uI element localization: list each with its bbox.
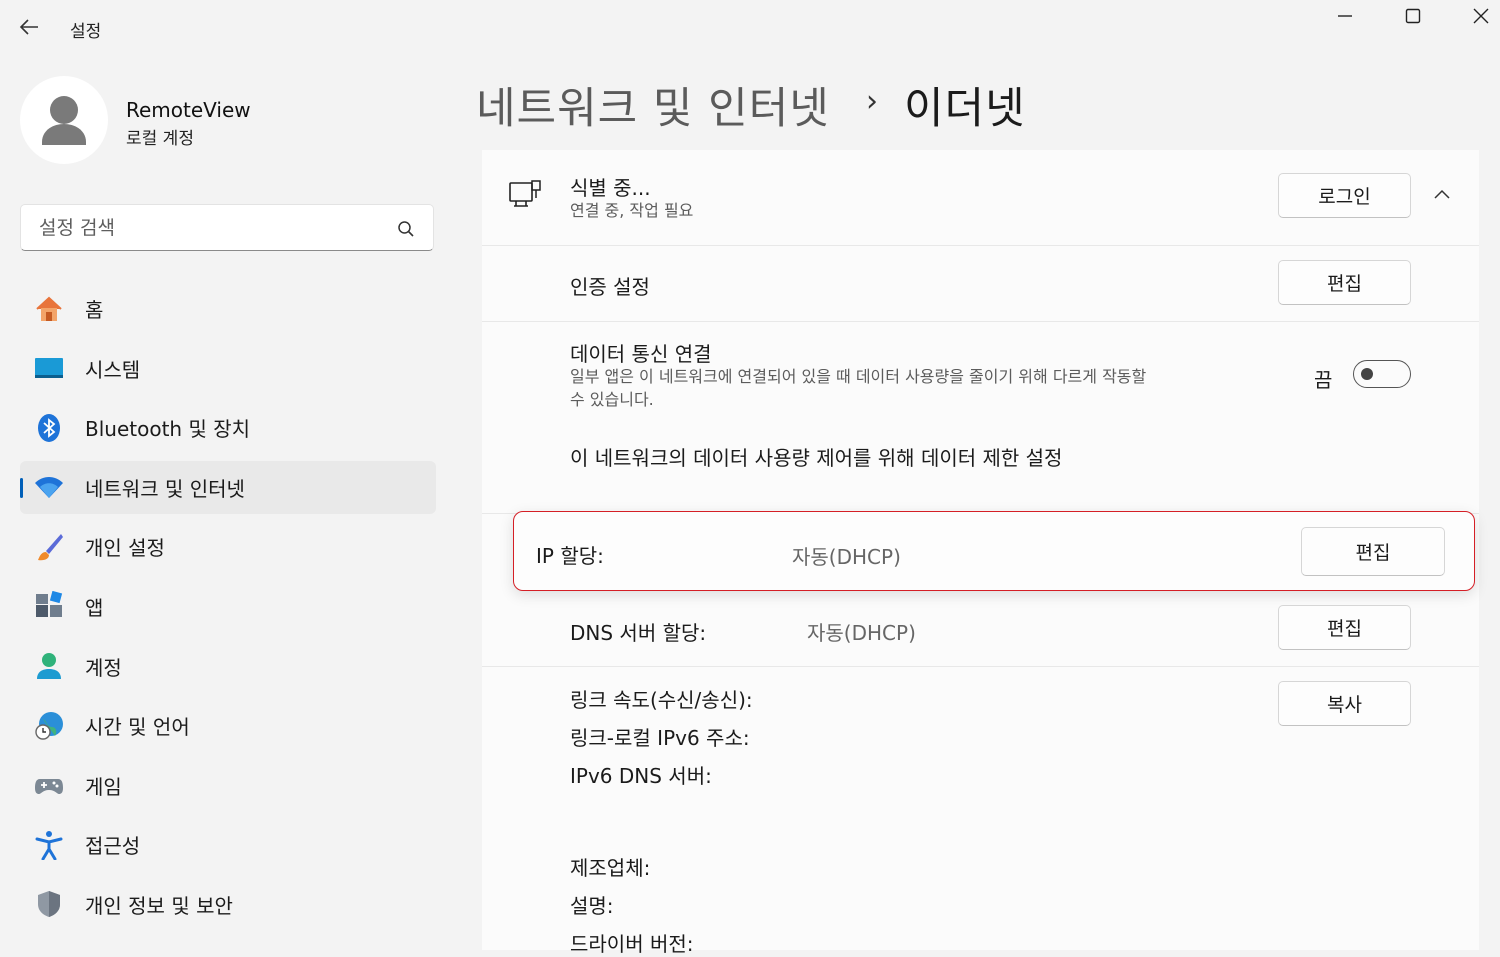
metered-connection-description: 일부 앱은 이 네트워크에 연결되어 있을 때 데이터 사용량을 줄이기 위해 …	[570, 367, 1147, 386]
app-title: 설정	[70, 22, 102, 42]
ip-assignment-label: IP 할당:	[536, 544, 604, 568]
ipv6-dns-label: IPv6 DNS 서버:	[570, 764, 712, 788]
manufacturer-label: 제조업체:	[570, 856, 651, 880]
metered-connection-title: 데이터 통신 연결	[570, 342, 712, 366]
minimize-button[interactable]	[1322, 0, 1368, 32]
sidebar-item-label: 시간 및 언어	[85, 715, 190, 740]
brush-icon	[34, 532, 64, 562]
bluetooth-icon	[34, 413, 64, 443]
sidebar-item-accounts[interactable]: 계정	[20, 640, 436, 693]
settings-search-box[interactable]	[20, 204, 434, 251]
ip-assignment-value: 자동(DHCP)	[792, 545, 901, 569]
search-input[interactable]	[37, 213, 401, 243]
apps-icon	[34, 591, 64, 621]
back-button[interactable]	[18, 16, 44, 42]
driver-version-label: 드라이버 버전:	[570, 932, 694, 956]
user-avatar-icon	[42, 96, 86, 145]
metered-connection-description-2: 수 있습니다.	[570, 390, 654, 409]
dns-assignment-value: 자동(DHCP)	[807, 621, 916, 645]
sidebar-item-label: 개인 설정	[85, 536, 165, 561]
sidebar-item-label: 계정	[85, 655, 122, 680]
globe-clock-icon	[34, 711, 64, 741]
dns-assignment-label: DNS 서버 할당:	[570, 621, 707, 645]
metered-connection-toggle[interactable]	[1353, 360, 1411, 388]
sidebar-nav: 홈 시스템 Bluetooth 및 장치 네트워크 및 인터넷 개인 설정 앱	[20, 282, 436, 938]
sidebar-item-label: 접근성	[85, 834, 141, 859]
back-arrow-icon	[19, 19, 38, 35]
sidebar-item-label: Bluetooth 및 장치	[85, 417, 251, 442]
dns-edit-button[interactable]: 편집	[1278, 605, 1411, 650]
avatar[interactable]	[20, 76, 108, 164]
auth-edit-button[interactable]: 편집	[1278, 260, 1411, 305]
close-icon	[1473, 8, 1489, 24]
sidebar-item-apps[interactable]: 앱	[20, 580, 436, 633]
toggle-state-label: 끔	[1314, 368, 1333, 392]
breadcrumb-parent[interactable]: 네트워크 및 인터넷	[476, 74, 830, 136]
wifi-icon	[34, 472, 64, 502]
sidebar-item-gaming[interactable]: 게임	[20, 759, 436, 812]
ipv6-local-address-label: 링크-로컬 IPv6 주소:	[570, 726, 750, 750]
search-icon[interactable]	[397, 220, 415, 238]
divider	[482, 666, 1479, 667]
minimize-icon	[1338, 15, 1352, 17]
ethernet-icon	[508, 178, 542, 216]
link-speed-label: 링크 속도(수신/송신):	[570, 688, 753, 712]
sidebar-item-system[interactable]: 시스템	[20, 342, 436, 395]
network-status: 연결 중, 작업 필요	[570, 201, 694, 220]
sidebar-item-network[interactable]: 네트워크 및 인터넷	[20, 460, 436, 514]
sidebar-item-label: 홈	[85, 298, 104, 322]
page-title: 이더넷	[904, 84, 1026, 134]
sidebar-item-home[interactable]: 홈	[20, 282, 436, 335]
breadcrumb-separator: ›	[866, 84, 878, 119]
sidebar-item-bluetooth[interactable]: Bluetooth 및 장치	[20, 401, 436, 454]
sidebar-item-label: 게임	[85, 774, 122, 799]
network-name: 식별 중...	[570, 176, 651, 200]
maximize-button[interactable]	[1390, 0, 1436, 32]
divider	[482, 321, 1479, 322]
data-limit-link[interactable]: 이 네트워크의 데이터 사용량 제어를 위해 데이터 제한 설정	[570, 442, 1062, 471]
close-button[interactable]	[1458, 0, 1500, 32]
sidebar-item-personalization[interactable]: 개인 설정	[20, 520, 436, 573]
maximize-icon	[1405, 8, 1421, 24]
sidebar-item-label: 앱	[85, 595, 104, 620]
toggle-knob	[1361, 368, 1373, 380]
accessibility-icon	[34, 830, 64, 860]
description-label: 설명:	[570, 894, 614, 918]
person-icon	[34, 651, 64, 681]
selection-indicator	[20, 477, 23, 498]
user-name: RemoteView	[126, 98, 251, 122]
gamepad-icon	[34, 770, 64, 800]
system-icon	[34, 353, 64, 383]
home-icon	[34, 294, 64, 324]
copy-button[interactable]: 복사	[1278, 681, 1411, 726]
sidebar-item-label: 시스템	[85, 357, 141, 382]
ip-edit-button[interactable]: 편집	[1301, 527, 1445, 576]
shield-icon	[34, 889, 64, 919]
sidebar-item-label: 개인 정보 및 보안	[85, 893, 233, 918]
sidebar-item-time-language[interactable]: 시간 및 언어	[20, 699, 436, 752]
sidebar-item-privacy[interactable]: 개인 정보 및 보안	[20, 878, 436, 931]
sidebar-item-accessibility[interactable]: 접근성	[20, 818, 436, 871]
sidebar-item-label: 네트워크 및 인터넷	[85, 476, 245, 501]
chevron-up-icon[interactable]	[1433, 186, 1451, 208]
login-button[interactable]: 로그인	[1278, 173, 1411, 218]
account-type: 로컬 계정	[126, 129, 194, 149]
auth-settings-label: 인증 설정	[570, 275, 650, 299]
